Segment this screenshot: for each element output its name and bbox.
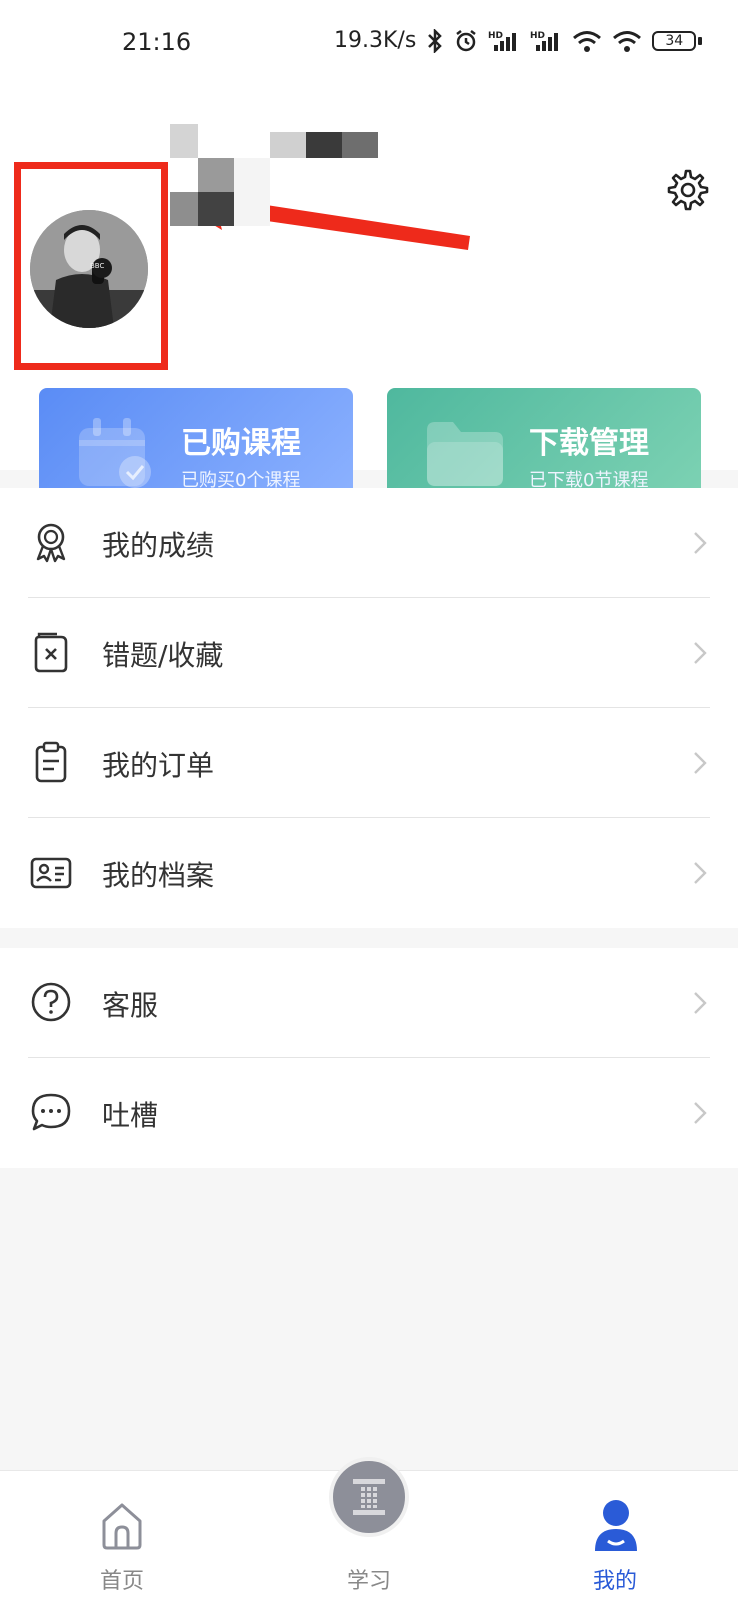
menu-item-customer-service[interactable]: 客服 <box>0 948 738 1058</box>
calendar-check-icon <box>79 418 151 488</box>
hd-signal-icon: HD <box>488 31 517 51</box>
menu-section-main: 我的成绩 错题/收藏 我的订单 我的档案 <box>0 488 738 928</box>
bottom-navigation: 首页 学习 我的 <box>0 1457 738 1600</box>
chevron-right-icon <box>694 992 707 1014</box>
battery-level: 34 <box>652 30 697 51</box>
card-title: 下载管理 <box>529 426 649 461</box>
chevron-right-icon <box>694 1102 707 1124</box>
chevron-right-icon <box>694 862 707 884</box>
wrong-book-icon <box>34 632 68 673</box>
menu-item-label: 我的订单 <box>102 749 215 782</box>
menu-item-label: 我的成绩 <box>102 529 215 562</box>
nav-label: 首页 <box>99 1569 144 1594</box>
chevron-right-icon <box>694 752 707 774</box>
menu-section-support: 客服 吐槽 <box>0 948 738 1168</box>
menu-item-label: 我的档案 <box>102 859 215 892</box>
status-bar: 21:16 19.3K/s HD HD 34 <box>0 0 738 90</box>
help-circle-icon <box>31 982 71 1022</box>
bluetooth-icon <box>428 28 443 53</box>
menu-item-my-scores[interactable]: 我的成绩 <box>0 488 738 598</box>
menu-item-my-profile-file[interactable]: 我的档案 <box>0 818 738 928</box>
svg-text:HD: HD <box>530 31 545 41</box>
award-ribbon-icon <box>36 523 66 563</box>
gear-icon[interactable] <box>666 168 710 212</box>
menu-item-my-orders[interactable]: 我的订单 <box>0 708 738 818</box>
svg-text:HD: HD <box>488 31 503 41</box>
folder-icon <box>427 422 503 486</box>
avatar[interactable]: BBC <box>30 210 148 328</box>
card-title: 已购课程 <box>181 426 301 461</box>
nav-tab-study[interactable]: 学习 <box>309 1457 429 1600</box>
svg-text:BBC: BBC <box>90 262 104 270</box>
status-time: 21:16 <box>122 28 192 56</box>
menu-item-feedback[interactable]: 吐槽 <box>0 1058 738 1168</box>
nav-label: 我的 <box>592 1569 637 1594</box>
hd-signal-icon: HD <box>530 31 559 51</box>
nav-label: 学习 <box>346 1569 391 1594</box>
menu-item-label: 错题/收藏 <box>102 639 224 672</box>
network-speed: 19.3K/s <box>334 28 417 53</box>
study-logo-icon <box>329 1457 409 1537</box>
home-icon <box>102 1503 142 1550</box>
menu-item-label: 客服 <box>102 989 159 1022</box>
user-icon <box>595 1500 637 1551</box>
wifi-icon <box>573 30 602 52</box>
wifi-hotspot-icon <box>613 30 642 52</box>
menu-item-label: 吐槽 <box>102 1099 159 1132</box>
battery-icon: 34 <box>652 30 703 51</box>
chevron-right-icon <box>694 532 707 554</box>
profile-header: BBC 已购课程 已购买0个课程 下载管理 已下载0节课程 <box>0 90 738 518</box>
clipboard-icon <box>35 741 67 783</box>
avatar-photo: BBC <box>30 210 148 328</box>
chat-bubble-icon <box>31 1093 71 1131</box>
id-card-icon <box>30 857 72 889</box>
nav-tab-home[interactable]: 首页 <box>62 1471 182 1600</box>
menu-item-wrong-favorites[interactable]: 错题/收藏 <box>0 598 738 708</box>
chevron-right-icon <box>694 642 707 664</box>
status-indicators: 19.3K/s HD HD 34 <box>334 28 703 53</box>
nav-tab-mine[interactable]: 我的 <box>555 1471 675 1600</box>
alarm-icon <box>456 29 477 51</box>
